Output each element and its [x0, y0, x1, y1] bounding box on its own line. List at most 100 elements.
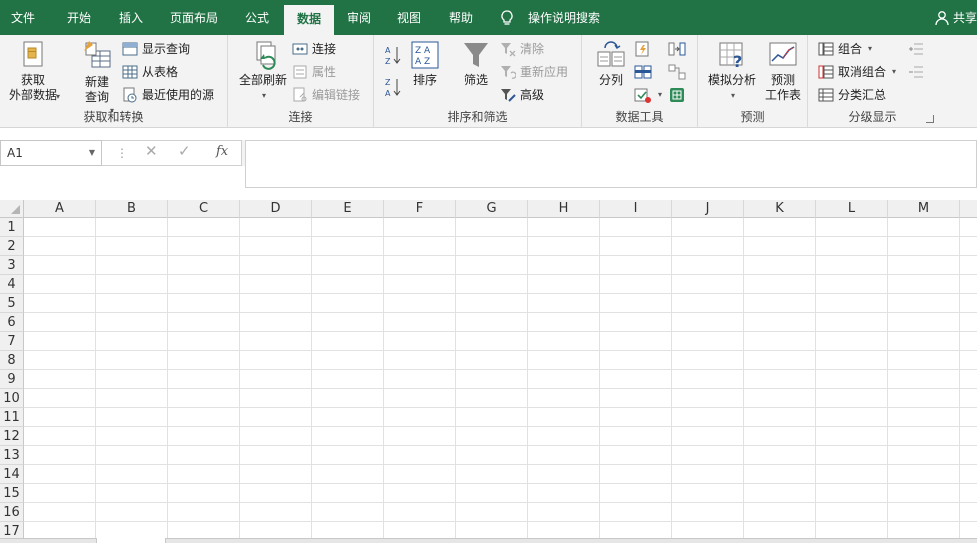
row-header-12[interactable]: 12 — [0, 427, 24, 446]
sheet-tab-active[interactable] — [96, 538, 166, 543]
recent-sources-button[interactable]: 最近使用的源 — [122, 85, 214, 105]
sort-descending-button[interactable]: Z A — [384, 77, 406, 98]
column-header-B[interactable]: B — [96, 200, 168, 218]
data-validation-icon — [634, 88, 651, 103]
gridline — [455, 218, 456, 543]
column-header-E[interactable]: E — [312, 200, 384, 218]
filter-button[interactable]: 筛选 — [456, 39, 496, 88]
gridline — [24, 407, 977, 408]
column-header-I[interactable]: I — [600, 200, 672, 218]
row-header-9[interactable]: 9 — [0, 370, 24, 389]
outline-dialog-launcher[interactable] — [926, 115, 934, 123]
column-header-D[interactable]: D — [240, 200, 312, 218]
relationships-button[interactable] — [668, 62, 690, 82]
row-header-6[interactable]: 6 — [0, 313, 24, 332]
row-header-15[interactable]: 15 — [0, 484, 24, 503]
sort-ascending-button[interactable]: A Z — [384, 45, 406, 66]
tell-me-search[interactable]: 操作说明搜索 — [498, 0, 600, 35]
formula-input[interactable] — [245, 140, 977, 188]
what-if-analysis-button[interactable]: ? 模拟分析 ▾ — [702, 39, 762, 103]
tab-1[interactable]: 开始 — [56, 0, 102, 35]
text-to-columns-button[interactable]: 分列 — [590, 39, 632, 88]
row-header-1[interactable]: 1 — [0, 218, 24, 237]
connections-button[interactable]: 连接 — [292, 39, 336, 59]
row-header-16[interactable]: 16 — [0, 503, 24, 522]
show-queries-button[interactable]: 显示查询 — [122, 39, 190, 59]
tab-8[interactable]: 帮助 — [438, 0, 484, 35]
reapply-label: 重新应用 — [520, 65, 569, 79]
row-header-14[interactable]: 14 — [0, 465, 24, 484]
worksheet-grid[interactable]: ABCDEFGHIJKLM 1 2 3 4 5 6 7 8 9 10 11 12 13 14 15 16 17 — [0, 200, 977, 543]
row-header-5[interactable]: 5 — [0, 294, 24, 313]
edit-links-button[interactable]: 编辑链接 — [292, 85, 360, 105]
chevron-down-icon: ▼ — [88, 148, 95, 157]
name-box[interactable]: A1 ▼ — [0, 140, 102, 166]
column-header-K[interactable]: K — [744, 200, 816, 218]
tab-6[interactable]: 审阅 — [336, 0, 382, 35]
data-validation-button[interactable]: ▾ — [634, 85, 662, 105]
row-header-4[interactable]: 4 — [0, 275, 24, 294]
connections-label: 连接 — [312, 42, 337, 56]
flash-fill-button[interactable] — [634, 39, 656, 59]
row-header-7[interactable]: 7 — [0, 332, 24, 351]
row-header-3[interactable]: 3 — [0, 256, 24, 275]
from-table-button[interactable]: 从表格 — [122, 62, 178, 82]
properties-button[interactable]: 属性 — [292, 62, 336, 82]
tell-me-label: 操作说明搜索 — [528, 10, 601, 25]
group-outline: 组合 ▾ 取消组合 ▾ 分类汇总 分级显示 — [808, 35, 937, 127]
tab-5[interactable]: 数据 — [284, 5, 334, 35]
table-icon — [122, 42, 138, 56]
group-button[interactable]: 组合 ▾ — [818, 39, 872, 59]
row-header-2[interactable]: 2 — [0, 237, 24, 256]
ungroup-button[interactable]: 取消组合 ▾ — [818, 62, 896, 82]
column-header-J[interactable]: J — [672, 200, 744, 218]
advanced-filter-button[interactable]: 高级 — [500, 85, 544, 105]
cancel-icon[interactable]: ✕ — [145, 142, 158, 160]
tab-0[interactable]: 文件 — [0, 0, 46, 35]
column-header-L[interactable]: L — [816, 200, 888, 218]
show-detail-button[interactable] — [908, 39, 928, 59]
subtotal-button[interactable]: 分类汇总 — [818, 85, 886, 105]
clear-filter-icon — [501, 43, 516, 57]
grip-icon: ⋮ — [116, 146, 128, 160]
select-all-corner[interactable] — [0, 200, 24, 218]
tab-7[interactable]: 视图 — [386, 0, 432, 35]
manage-data-model-button[interactable] — [668, 85, 690, 105]
column-header-C[interactable]: C — [168, 200, 240, 218]
tab-2[interactable]: 插入 — [108, 0, 154, 35]
group-label-text: 组合 — [838, 42, 863, 56]
column-header-M[interactable]: M — [888, 200, 960, 218]
remove-duplicates-button[interactable] — [634, 62, 656, 82]
advanced-label: 高级 — [520, 88, 545, 102]
consolidate-button[interactable] — [668, 39, 690, 59]
column-header-G[interactable]: G — [456, 200, 528, 218]
new-query-button[interactable]: 新建 查询 — [72, 39, 122, 105]
refresh-all-button[interactable]: 全部刷新 ▾ — [234, 39, 292, 103]
gridline — [24, 388, 977, 389]
connections-icon — [292, 43, 308, 55]
tab-3[interactable]: 页面布局 — [160, 0, 228, 35]
clear-filter-button[interactable]: 清除 — [500, 39, 544, 59]
row-header-10[interactable]: 10 — [0, 389, 24, 408]
svg-text:A: A — [385, 46, 391, 55]
enter-icon[interactable]: ✓ — [178, 142, 191, 160]
hide-detail-button[interactable] — [908, 62, 928, 82]
row-header-8[interactable]: 8 — [0, 351, 24, 370]
row-header-11[interactable]: 11 — [0, 408, 24, 427]
share-button[interactable]: 共享 — [934, 0, 977, 35]
sort-button[interactable]: Z A A Z 排序 — [408, 39, 442, 88]
svg-text:A Z: A Z — [415, 57, 430, 67]
tab-4[interactable]: 公式 — [234, 0, 280, 35]
column-header-F[interactable]: F — [384, 200, 456, 218]
row-header-13[interactable]: 13 — [0, 446, 24, 465]
insert-function-icon[interactable]: fx — [216, 144, 228, 159]
gridline — [24, 369, 977, 370]
column-header-H[interactable]: H — [528, 200, 600, 218]
forecast-sheet-button[interactable]: 预测 工作表 — [760, 39, 806, 103]
column-header-A[interactable]: A — [24, 200, 96, 218]
database-document-icon — [23, 41, 43, 67]
reapply-button[interactable]: 重新应用 — [500, 62, 568, 82]
clear-label: 清除 — [520, 42, 545, 56]
get-external-data-button[interactable]: 获取 外部数据 — [2, 39, 64, 103]
chevron-down-icon: ▾ — [868, 44, 873, 53]
